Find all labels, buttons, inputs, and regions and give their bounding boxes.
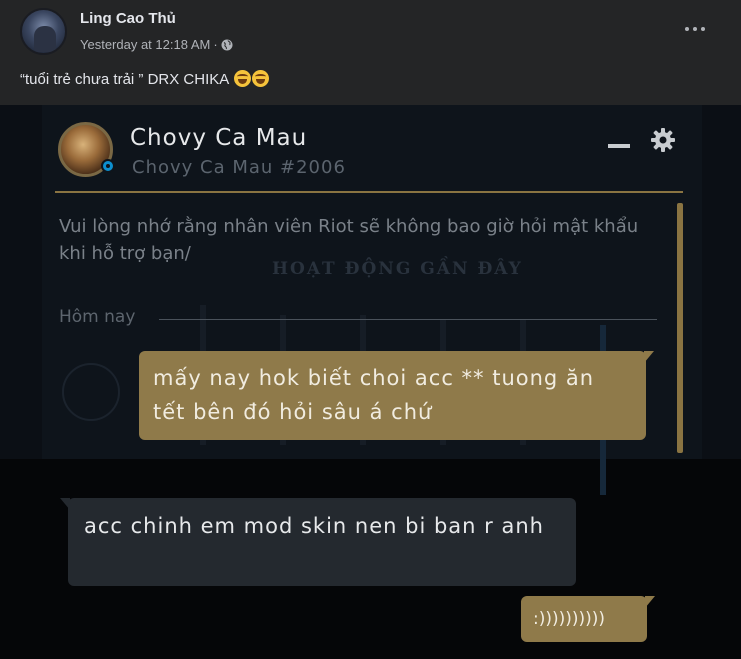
dot-icon <box>693 27 697 31</box>
minimize-button[interactable] <box>608 141 632 149</box>
grinning-squinting-face-icon <box>251 70 269 87</box>
caption-text: “tuổi trẻ chưa trải ” DRX CHIKA <box>20 71 229 88</box>
contact-riot-id: Chovy Ca Mau #2006 <box>132 157 346 178</box>
meta-separator: · <box>213 37 218 52</box>
globe-icon <box>221 39 233 50</box>
online-status-icon <box>101 159 115 173</box>
day-divider: Hôm nay <box>59 307 659 329</box>
post-caption: “tuổi trẻ chưa trải ” DRX CHIKA <box>20 70 269 88</box>
divider-line <box>159 319 657 320</box>
more-options-button[interactable] <box>680 16 710 42</box>
author-avatar[interactable] <box>20 8 67 55</box>
message-outgoing: mấy nay hok biết choi acc ** tuong ăn tế… <box>139 351 654 440</box>
day-label: Hôm nay <box>59 307 136 327</box>
dot-icon <box>701 27 705 31</box>
gear-icon[interactable] <box>650 127 676 153</box>
grinning-squinting-face-icon <box>233 70 251 87</box>
post-timestamp[interactable]: Yesterday at 12:18 AM <box>80 37 210 52</box>
dot-icon <box>685 27 689 31</box>
author-name[interactable]: Ling Cao Thủ <box>80 10 176 27</box>
message-incoming: acc chinh em mod skin nen bi ban r anh <box>60 498 576 586</box>
post-photo[interactable]: HOẠT ĐỘNG GẦN ĐÂY Chovy Ca Mau Chovy Ca … <box>0 105 741 659</box>
download-icon <box>62 363 120 421</box>
header-divider <box>55 191 683 193</box>
security-notice: Vui lòng nhớ rằng nhân viên Riot sẽ khôn… <box>59 216 639 264</box>
post-meta: Yesterday at 12:18 AM · <box>80 37 233 52</box>
contact-name: Chovy Ca Mau <box>130 125 308 151</box>
post-header: Ling Cao Thủ Yesterday at 12:18 AM · <box>0 0 741 62</box>
message-outgoing: :)))))))))) <box>521 596 655 642</box>
chat-scrollbar[interactable] <box>677 203 683 453</box>
